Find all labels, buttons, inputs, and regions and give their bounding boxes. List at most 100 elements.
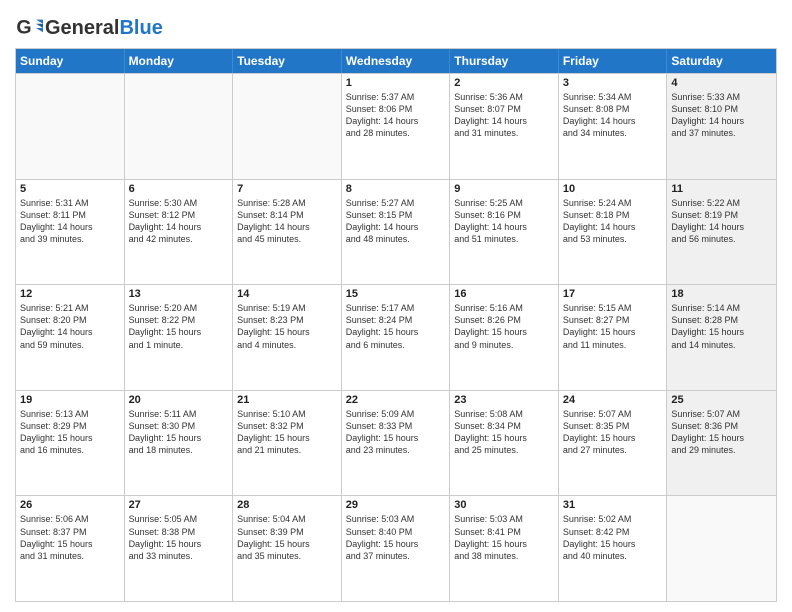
day-number: 21 bbox=[237, 394, 337, 406]
cal-cell-4: 4 Sunrise: 5:33 AM Sunset: 8:10 PM Daylig… bbox=[667, 74, 776, 179]
day-number: 23 bbox=[454, 394, 554, 406]
day-info: Sunrise: 5:33 AM Sunset: 8:10 PM Dayligh… bbox=[671, 91, 772, 140]
cal-header-sunday: Sunday bbox=[16, 49, 125, 73]
cal-cell-7: 7 Sunrise: 5:28 AM Sunset: 8:14 PM Daylig… bbox=[233, 180, 342, 285]
cal-cell-21: 21Sunrise: 5:10 AM Sunset: 8:32 PM Dayli… bbox=[233, 391, 342, 496]
day-number: 28 bbox=[237, 499, 337, 511]
day-info: Sunrise: 5:21 AM Sunset: 8:20 PM Dayligh… bbox=[20, 302, 120, 351]
cal-cell-28: 28 Sunrise: 5:04 AM Sunset: 8:39 PM Dayli… bbox=[233, 496, 342, 601]
day-info: Sunrise: 5:15 AM Sunset: 8:27 PM Dayligh… bbox=[563, 302, 663, 351]
day-number: 17 bbox=[563, 288, 663, 300]
day-number: 15 bbox=[346, 288, 446, 300]
day-number: 13 bbox=[129, 288, 229, 300]
day-info: Sunrise: 5:37 AM Sunset: 8:06 PM Dayligh… bbox=[346, 91, 446, 140]
day-info: Sunrise: 5:19 AM Sunset: 8:23 PM Dayligh… bbox=[237, 302, 337, 351]
cal-cell-22: 22 Sunrise: 5:09 AM Sunset: 8:33 PM Dayli… bbox=[342, 391, 451, 496]
day-number: 11 bbox=[671, 183, 772, 195]
day-info: Sunrise: 5:04 AM Sunset: 8:39 PM Dayligh… bbox=[237, 513, 337, 562]
cal-cell-29: 29Sunrise: 5:03 AM Sunset: 8:40 PM Dayli… bbox=[342, 496, 451, 601]
cal-cell-26: 26 Sunrise: 5:06 AM Sunset: 8:37 PM Dayli… bbox=[16, 496, 125, 601]
cal-cell-18: 18Sunrise: 5:14 AM Sunset: 8:28 PM Dayli… bbox=[667, 285, 776, 390]
cal-week-1: 1 Sunrise: 5:37 AM Sunset: 8:06 PM Daylig… bbox=[16, 73, 776, 179]
day-number: 20 bbox=[129, 394, 229, 406]
day-number: 25 bbox=[671, 394, 772, 406]
day-number: 1 bbox=[346, 77, 446, 89]
day-number: 12 bbox=[20, 288, 120, 300]
day-info: Sunrise: 5:36 AM Sunset: 8:07 PM Dayligh… bbox=[454, 91, 554, 140]
day-number: 26 bbox=[20, 499, 120, 511]
day-number: 19 bbox=[20, 394, 120, 406]
day-number: 7 bbox=[237, 183, 337, 195]
day-info: Sunrise: 5:03 AM Sunset: 8:41 PM Dayligh… bbox=[454, 513, 554, 562]
cal-cell-3: 3Sunrise: 5:34 AM Sunset: 8:08 PM Daylig… bbox=[559, 74, 668, 179]
day-number: 4 bbox=[671, 77, 772, 89]
day-number: 10 bbox=[563, 183, 663, 195]
logo: G GeneralBlue bbox=[15, 14, 163, 42]
cal-cell-25: 25 Sunrise: 5:07 AM Sunset: 8:36 PM Dayli… bbox=[667, 391, 776, 496]
cal-header-thursday: Thursday bbox=[450, 49, 559, 73]
cal-week-5: 26 Sunrise: 5:06 AM Sunset: 8:37 PM Dayli… bbox=[16, 495, 776, 601]
cal-cell-30: 30 Sunrise: 5:03 AM Sunset: 8:41 PM Dayli… bbox=[450, 496, 559, 601]
cal-cell-1: 1 Sunrise: 5:37 AM Sunset: 8:06 PM Daylig… bbox=[342, 74, 451, 179]
day-info: Sunrise: 5:14 AM Sunset: 8:28 PM Dayligh… bbox=[671, 302, 772, 351]
day-number: 27 bbox=[129, 499, 229, 511]
day-info: Sunrise: 5:09 AM Sunset: 8:33 PM Dayligh… bbox=[346, 408, 446, 457]
day-info: Sunrise: 5:17 AM Sunset: 8:24 PM Dayligh… bbox=[346, 302, 446, 351]
cal-week-3: 12 Sunrise: 5:21 AM Sunset: 8:20 PM Dayli… bbox=[16, 284, 776, 390]
logo-icon: G bbox=[15, 14, 43, 42]
cal-cell-10: 10 Sunrise: 5:24 AM Sunset: 8:18 PM Dayli… bbox=[559, 180, 668, 285]
logo-text: GeneralBlue bbox=[45, 17, 163, 39]
cal-cell-8: 8 Sunrise: 5:27 AM Sunset: 8:15 PM Daylig… bbox=[342, 180, 451, 285]
cal-cell-2: 2 Sunrise: 5:36 AM Sunset: 8:07 PM Daylig… bbox=[450, 74, 559, 179]
day-info: Sunrise: 5:27 AM Sunset: 8:15 PM Dayligh… bbox=[346, 197, 446, 246]
day-info: Sunrise: 5:20 AM Sunset: 8:22 PM Dayligh… bbox=[129, 302, 229, 351]
cal-header-wednesday: Wednesday bbox=[342, 49, 451, 73]
day-number: 24 bbox=[563, 394, 663, 406]
day-info: Sunrise: 5:22 AM Sunset: 8:19 PM Dayligh… bbox=[671, 197, 772, 246]
cal-header-tuesday: Tuesday bbox=[233, 49, 342, 73]
cal-cell-24: 24 Sunrise: 5:07 AM Sunset: 8:35 PM Dayli… bbox=[559, 391, 668, 496]
day-number: 14 bbox=[237, 288, 337, 300]
cal-cell-19: 19 Sunrise: 5:13 AM Sunset: 8:29 PM Dayli… bbox=[16, 391, 125, 496]
cal-cell-14: 14 Sunrise: 5:19 AM Sunset: 8:23 PM Dayli… bbox=[233, 285, 342, 390]
cal-cell-empty-0-1 bbox=[125, 74, 234, 179]
day-info: Sunrise: 5:28 AM Sunset: 8:14 PM Dayligh… bbox=[237, 197, 337, 246]
day-info: Sunrise: 5:11 AM Sunset: 8:30 PM Dayligh… bbox=[129, 408, 229, 457]
day-number: 2 bbox=[454, 77, 554, 89]
cal-week-4: 19 Sunrise: 5:13 AM Sunset: 8:29 PM Dayli… bbox=[16, 390, 776, 496]
day-number: 9 bbox=[454, 183, 554, 195]
day-info: Sunrise: 5:31 AM Sunset: 8:11 PM Dayligh… bbox=[20, 197, 120, 246]
cal-cell-20: 20 Sunrise: 5:11 AM Sunset: 8:30 PM Dayli… bbox=[125, 391, 234, 496]
day-info: Sunrise: 5:30 AM Sunset: 8:12 PM Dayligh… bbox=[129, 197, 229, 246]
day-number: 6 bbox=[129, 183, 229, 195]
day-info: Sunrise: 5:24 AM Sunset: 8:18 PM Dayligh… bbox=[563, 197, 663, 246]
day-number: 5 bbox=[20, 183, 120, 195]
calendar-body: 1 Sunrise: 5:37 AM Sunset: 8:06 PM Daylig… bbox=[16, 73, 776, 601]
day-info: Sunrise: 5:16 AM Sunset: 8:26 PM Dayligh… bbox=[454, 302, 554, 351]
day-info: Sunrise: 5:05 AM Sunset: 8:38 PM Dayligh… bbox=[129, 513, 229, 562]
day-info: Sunrise: 5:02 AM Sunset: 8:42 PM Dayligh… bbox=[563, 513, 663, 562]
cal-cell-31: 31 Sunrise: 5:02 AM Sunset: 8:42 PM Dayli… bbox=[559, 496, 668, 601]
cal-week-2: 5 Sunrise: 5:31 AM Sunset: 8:11 PM Daylig… bbox=[16, 179, 776, 285]
cal-cell-6: 6 Sunrise: 5:30 AM Sunset: 8:12 PM Daylig… bbox=[125, 180, 234, 285]
day-info: Sunrise: 5:07 AM Sunset: 8:36 PM Dayligh… bbox=[671, 408, 772, 457]
day-number: 16 bbox=[454, 288, 554, 300]
day-info: Sunrise: 5:06 AM Sunset: 8:37 PM Dayligh… bbox=[20, 513, 120, 562]
day-number: 30 bbox=[454, 499, 554, 511]
cal-header-friday: Friday bbox=[559, 49, 668, 73]
cal-cell-15: 15 Sunrise: 5:17 AM Sunset: 8:24 PM Dayli… bbox=[342, 285, 451, 390]
day-number: 22 bbox=[346, 394, 446, 406]
day-number: 29 bbox=[346, 499, 446, 511]
cal-cell-27: 27 Sunrise: 5:05 AM Sunset: 8:38 PM Dayli… bbox=[125, 496, 234, 601]
day-number: 3 bbox=[563, 77, 663, 89]
day-info: Sunrise: 5:13 AM Sunset: 8:29 PM Dayligh… bbox=[20, 408, 120, 457]
svg-text:G: G bbox=[16, 17, 31, 39]
day-info: Sunrise: 5:08 AM Sunset: 8:34 PM Dayligh… bbox=[454, 408, 554, 457]
cal-cell-empty-4-6 bbox=[667, 496, 776, 601]
cal-cell-13: 13 Sunrise: 5:20 AM Sunset: 8:22 PM Dayli… bbox=[125, 285, 234, 390]
cal-cell-empty-0-0 bbox=[16, 74, 125, 179]
day-number: 8 bbox=[346, 183, 446, 195]
cal-cell-11: 11 Sunrise: 5:22 AM Sunset: 8:19 PM Dayli… bbox=[667, 180, 776, 285]
day-info: Sunrise: 5:07 AM Sunset: 8:35 PM Dayligh… bbox=[563, 408, 663, 457]
day-number: 31 bbox=[563, 499, 663, 511]
